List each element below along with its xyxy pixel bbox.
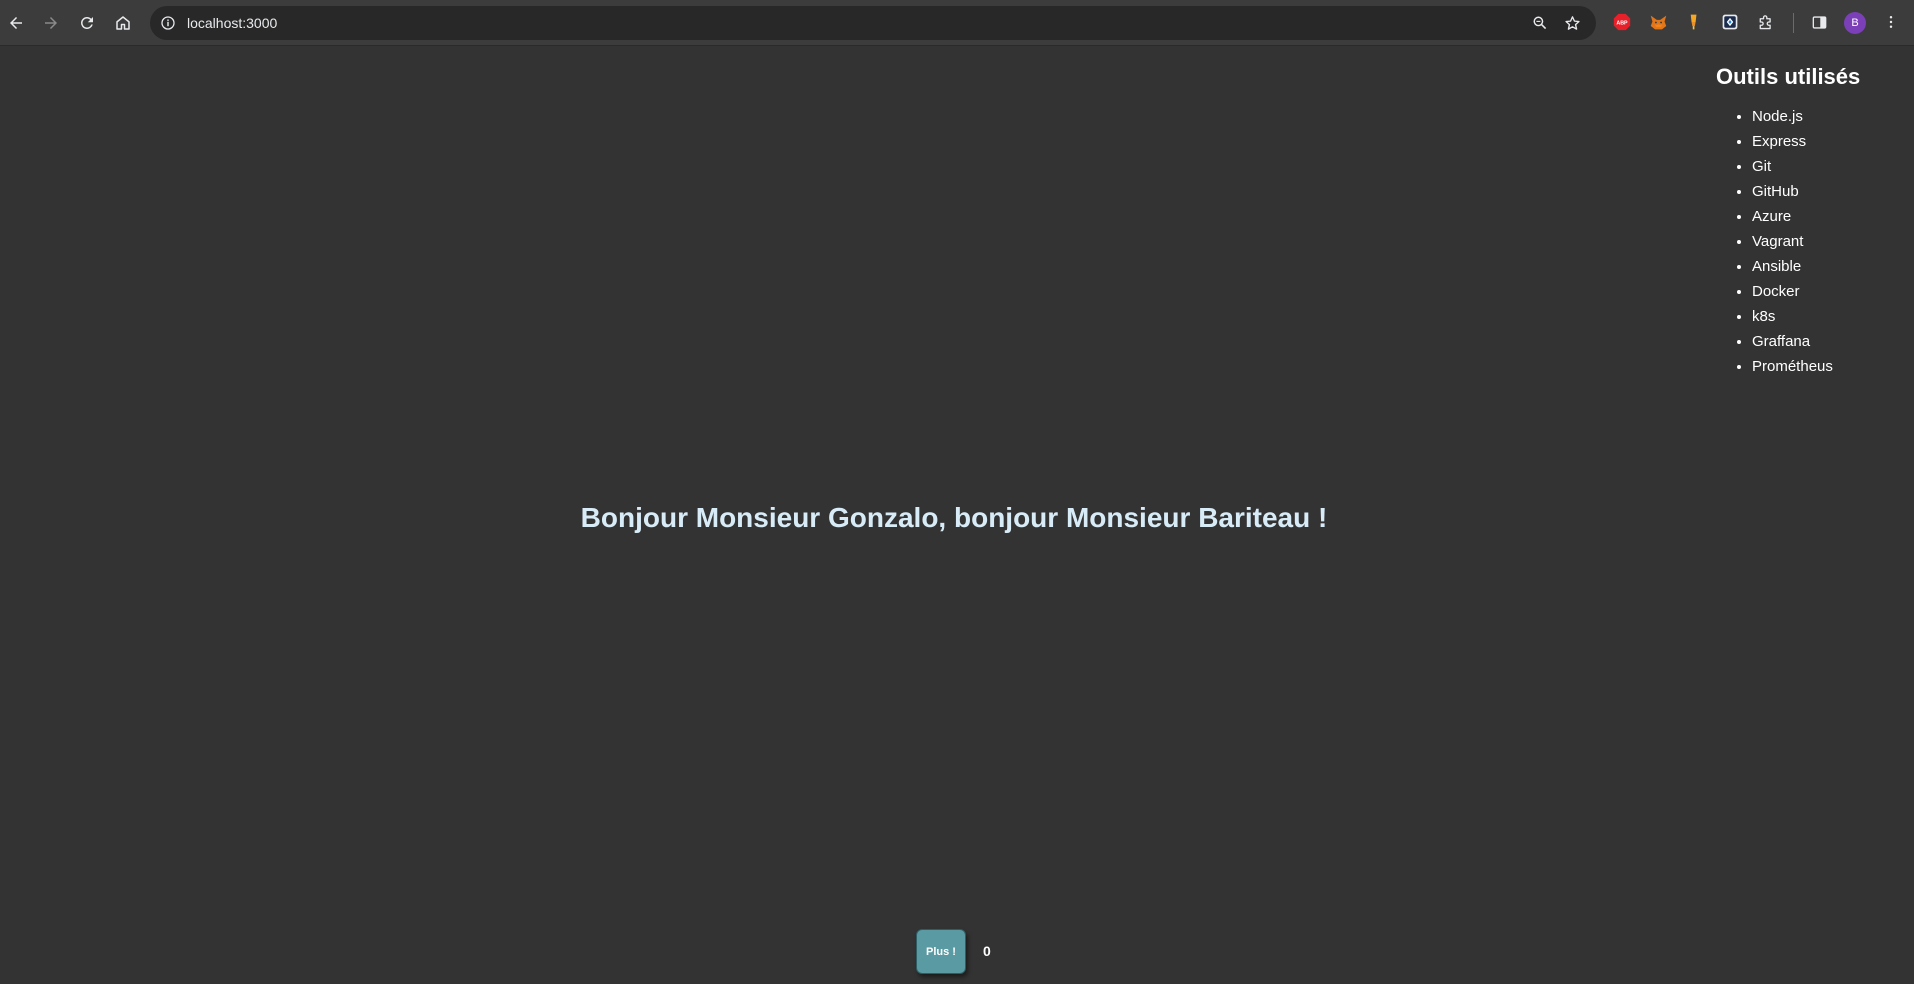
side-panel-icon[interactable] — [1808, 11, 1830, 33]
tool-item: Docker — [1752, 279, 1906, 304]
tool-item: Ansible — [1752, 254, 1906, 279]
tool-item: k8s — [1752, 304, 1906, 329]
tool-item: Prométheus — [1752, 354, 1906, 379]
tool-item: Azure — [1752, 204, 1906, 229]
arrow-left-icon — [10, 17, 22, 29]
tools-panel: Outils utilisés Node.js Express Git GitH… — [1716, 60, 1906, 379]
more-menu-icon[interactable] — [1880, 11, 1902, 33]
toolbar-separator — [1793, 13, 1794, 33]
browser-toolbar: localhost:3000 ABP B — [0, 0, 1914, 46]
home-button[interactable] — [107, 7, 139, 39]
forward-button[interactable] — [35, 7, 67, 39]
highlighter-icon[interactable] — [1683, 11, 1705, 33]
zoom-icon[interactable] — [1530, 13, 1550, 33]
metamask-icon[interactable] — [1647, 11, 1669, 33]
counter-value: 0 — [983, 943, 991, 959]
arrow-right-icon — [45, 17, 57, 29]
plus-button[interactable]: Plus ! — [916, 929, 966, 974]
address-bar[interactable]: localhost:3000 — [150, 6, 1596, 40]
reload-button[interactable] — [71, 7, 103, 39]
tool-item: GitHub — [1752, 179, 1906, 204]
greeting-heading: Bonjour Monsieur Gonzalo, bonjour Monsie… — [580, 502, 1328, 533]
tool-item: Vagrant — [1752, 229, 1906, 254]
tool-item: Node.js — [1752, 104, 1906, 129]
bookmark-star-icon[interactable] — [1562, 13, 1582, 33]
svg-text:ABP: ABP — [1616, 20, 1628, 26]
tools-title: Outils utilisés — [1716, 64, 1861, 89]
tool-item: Git — [1752, 154, 1906, 179]
url-text[interactable]: localhost:3000 — [187, 15, 277, 31]
home-icon — [116, 16, 130, 30]
back-button[interactable] — [0, 7, 32, 39]
tool-item: Graffana — [1752, 329, 1906, 354]
extensions-puzzle-icon[interactable] — [1755, 11, 1777, 33]
site-info-icon[interactable] — [158, 13, 178, 33]
adblock-plus-icon[interactable]: ABP — [1611, 11, 1633, 33]
profile-avatar[interactable]: B — [1844, 12, 1866, 34]
dev-extension-icon[interactable] — [1719, 11, 1741, 33]
tool-item: Express — [1752, 129, 1906, 154]
reload-icon — [80, 16, 93, 29]
tools-list: Node.js Express Git GitHub Azure Vagrant… — [1716, 104, 1906, 379]
